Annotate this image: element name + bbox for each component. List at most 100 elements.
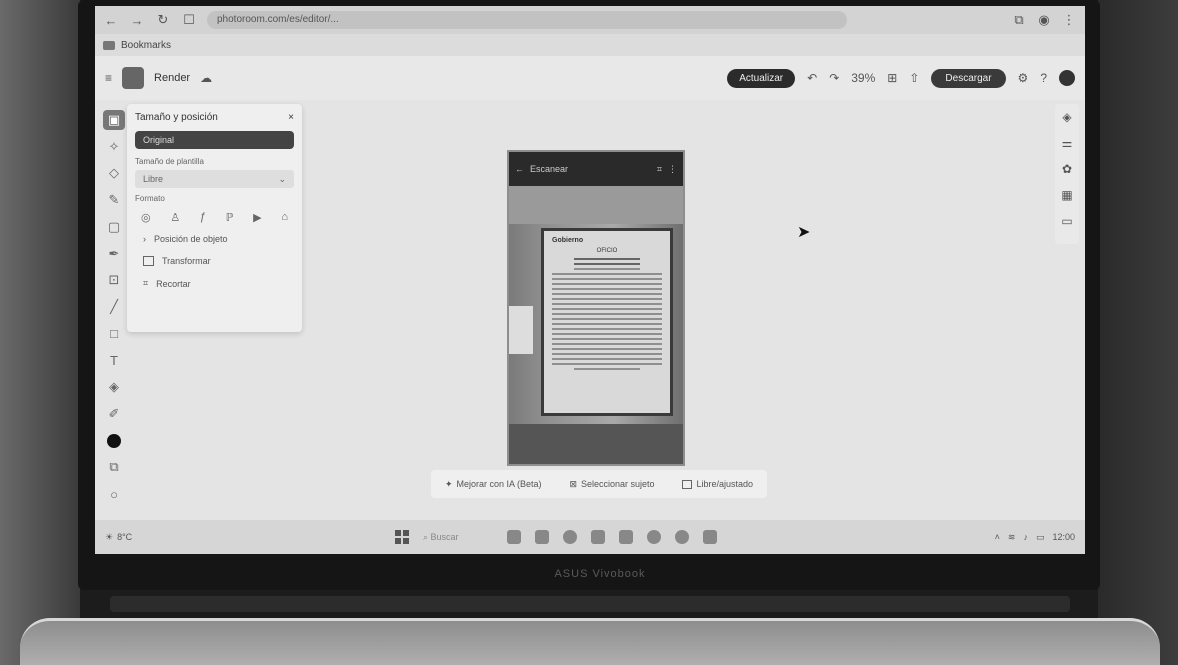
doc-line [552,283,662,285]
forward-icon[interactable]: → [129,13,145,28]
photo-floor [509,424,683,464]
document-logo: Gobierno [552,237,584,244]
doc-line [552,353,662,355]
taskview-icon[interactable] [507,530,521,544]
youtube-icon[interactable]: ▶ [253,211,261,224]
whatsapp-icon[interactable] [647,530,661,544]
system-tray: ˄ ≋ ♪ ▭ 12:00 [995,532,1075,543]
eraser-icon[interactable]: ◇ [103,163,125,183]
shape-icon[interactable]: ▢ [103,217,125,237]
doc-line [552,308,662,310]
share-icon[interactable]: ⇧ [909,71,919,85]
pinterest-icon[interactable]: ℙ [226,211,234,224]
store-icon[interactable] [591,530,605,544]
canvas-image[interactable]: ← Escanear ⌗ ⋮ Gobierno OFICIO [507,150,685,466]
panel-header: Tamaño y posición × [135,112,294,123]
right-toolbar: ◈ ⚌ ✿ ▦ ▭ [1055,104,1079,244]
file-explorer-icon[interactable] [535,530,549,544]
redo-icon[interactable]: ↷ [829,71,839,85]
bookmark-link[interactable]: Bookmarks [121,40,171,51]
settings-icon[interactable]: ⚙ [1018,71,1029,85]
chevron-up-icon[interactable]: ˄ [995,532,1000,542]
pencil-icon[interactable]: ✐ [103,404,125,424]
back-icon[interactable]: ← [103,13,119,28]
doc-line [552,298,662,300]
tab-icon[interactable]: ☐ [181,12,197,28]
image-icon[interactable]: ▦ [1061,188,1072,202]
adjust-icon[interactable]: ⚌ [1062,136,1073,150]
bookmarks-bar: Bookmarks [95,34,1085,56]
phone-header-text: Escanear [530,164,569,174]
close-icon[interactable]: × [288,112,294,123]
pen-icon[interactable]: ✒ [103,244,125,264]
select-subject-button[interactable]: ⊠ Seleccionar sujeto [569,479,654,490]
panel-active-tab[interactable]: Original [135,131,294,149]
layers-panel-icon[interactable]: ◈ [1062,110,1071,124]
browser-actions: ⧉ ◉ ⋮ [1011,12,1077,28]
chrome-icon[interactable] [675,530,689,544]
doc-line [552,348,662,350]
effects-icon[interactable]: ✿ [1062,162,1072,176]
crop-icon: ⌗ [656,163,662,174]
extensions-icon[interactable]: ⧉ [1011,12,1027,28]
frame-icon[interactable]: ⊡ [103,270,125,290]
reload-icon[interactable]: ↻ [155,12,171,28]
line-icon[interactable]: ╱ [103,297,125,317]
taskbar-search[interactable]: ⌕ Buscar [423,532,493,543]
battery-icon[interactable]: ▭ [1036,532,1045,543]
color-picker[interactable] [103,431,125,451]
undo-icon[interactable]: ↶ [807,71,817,85]
update-button[interactable]: Actualizar [727,68,796,88]
browser-icon[interactable] [563,530,577,544]
bucket-icon[interactable]: ◈ [103,377,125,397]
history-icon[interactable]: ○ [103,484,125,504]
doc-line [574,268,640,270]
doc-line [552,338,662,340]
magic-tool-icon[interactable]: ✧ [103,137,125,157]
chevron-right-icon: › [143,234,146,244]
zoom-level[interactable]: 39% [851,71,875,85]
size-select[interactable]: Libre ⌄ [135,170,294,188]
doc-line [552,288,662,290]
weather-widget[interactable]: ☀ 8°C [105,532,225,543]
shop-icon[interactable]: ⌂ [281,211,288,224]
panel-row-transform[interactable]: Transformar [135,250,294,272]
wifi-icon[interactable]: ≋ [1008,532,1016,543]
doc-line [552,343,662,345]
app-icon[interactable] [619,530,633,544]
ai-enhance-button[interactable]: ✦ Mejorar con IA (Beta) [445,479,542,490]
doc-line [552,278,662,280]
doc-line [574,258,640,260]
avatar[interactable] [1059,70,1075,86]
brush-icon[interactable]: ✎ [103,190,125,210]
doc-line [574,263,640,265]
facebook-icon[interactable]: ƒ [200,211,206,224]
teams-icon[interactable] [703,530,717,544]
person-icon[interactable]: ♙ [170,211,180,224]
url-field[interactable]: photoroom.com/es/editor/... [207,11,847,29]
profile-icon[interactable]: ◉ [1036,12,1052,28]
weather-temp: 8°C [117,532,133,542]
comment-icon[interactable]: ▭ [1061,214,1072,228]
download-button[interactable]: Descargar [931,68,1006,88]
document-title[interactable]: Render [154,72,190,84]
fit-button[interactable]: Libre/ajustado [682,479,753,489]
resize-icon[interactable]: ⊞ [887,71,897,85]
sparkle-icon: ✦ [444,478,453,489]
panel-row-position[interactable]: › Posición de objeto [135,228,294,250]
left-toolbar: ▣ ✧ ◇ ✎ ▢ ✒ ⊡ ╱ □ T ◈ ✐ ⧉ ○ [99,104,129,504]
doc-line [552,313,662,315]
help-icon[interactable]: ? [1040,71,1047,85]
doc-line [552,303,662,305]
rectangle-icon[interactable]: □ [103,324,125,344]
start-icon[interactable] [395,530,409,544]
layers-icon[interactable]: ⧉ [103,458,125,478]
clock[interactable]: 12:00 [1052,532,1075,542]
hamburger-icon[interactable]: ≡ [105,71,112,85]
volume-icon[interactable]: ♪ [1023,532,1028,542]
panel-row-crop[interactable]: ⌗ Recortar [135,272,294,295]
menu-icon[interactable]: ⋮ [1061,12,1077,28]
instagram-icon[interactable]: ◎ [141,211,151,224]
text-icon[interactable]: T [103,351,125,371]
select-tool-icon[interactable]: ▣ [103,110,125,130]
